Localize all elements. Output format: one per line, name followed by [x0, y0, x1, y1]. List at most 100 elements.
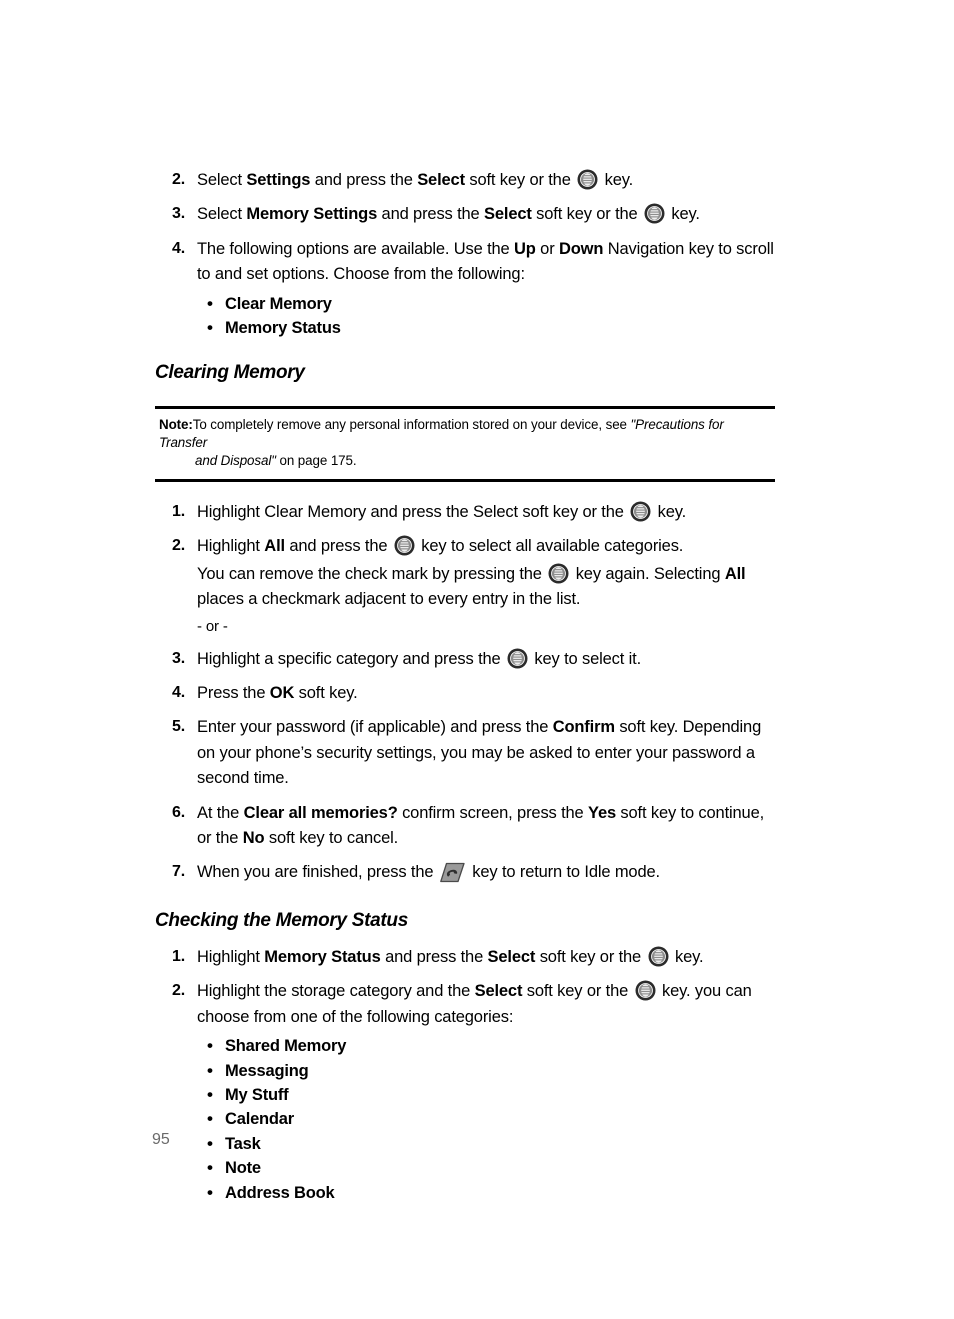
manual-page: 2. Select Settings and press the Select s… [0, 0, 954, 1319]
bullet-item: Calendar [197, 1106, 775, 1132]
body-text: Select [197, 171, 247, 189]
list-item-text: Select Settings and press the Select sof… [197, 168, 775, 193]
section-heading-checking-memory-status: Checking the Memory Status [155, 909, 408, 931]
body-text: and press the [377, 205, 485, 224]
body-text: key. [667, 205, 700, 224]
emphasis-text: Select [474, 982, 523, 1001]
top-steps-list: 2. Select Settings and press the Select s… [155, 168, 775, 341]
body-text: key. [600, 171, 634, 189]
ok-key-icon [630, 501, 651, 522]
list-item-text: Highlight a specific category and press … [197, 647, 775, 672]
bullet-item: Shared Memory [197, 1033, 775, 1059]
body-text: or [535, 239, 559, 258]
note-link-part2: and Disposal" [195, 453, 276, 469]
note-line2: and Disposal" on page 175. [159, 452, 775, 470]
list-item-number: 2. [171, 537, 185, 555]
body-text: When you are finished, press the [197, 863, 438, 882]
body-text: key to select all available categories. [416, 537, 684, 556]
list-item-number: 1. [171, 502, 185, 520]
body-text: - or - [197, 617, 228, 635]
section-heading-clearing-memory: Clearing Memory [155, 362, 305, 384]
body-text: Press the [197, 684, 270, 703]
emphasis-text: OK [269, 684, 295, 703]
ok-key-icon [577, 169, 598, 190]
ok-key-icon [394, 535, 415, 556]
note-line1-text: To completely remove any personal inform… [192, 417, 631, 433]
body-text: and press the [380, 947, 488, 966]
list-item: 1. Highlight Clear Memory and press the S… [155, 500, 775, 525]
body-text: Enter your password (if applicable) and … [197, 718, 553, 737]
list-item-text: Select Memory Settings and press the Sel… [197, 202, 775, 227]
list-item-subtext: - or - [197, 615, 775, 638]
ok-key-icon [644, 203, 665, 224]
list-item: 3. Highlight a specific category and pres… [155, 647, 775, 672]
body-text: soft key to cancel. [264, 829, 399, 848]
emphasis-text: All [264, 537, 285, 556]
emphasis-text: Memory Status [264, 947, 381, 966]
ok-key-icon [507, 648, 528, 669]
list-item-text: Highlight Memory Status and press the Se… [197, 945, 775, 970]
note-text: Note:To completely remove any personal i… [155, 416, 775, 469]
bullet-item: Messaging [197, 1057, 775, 1083]
emphasis-text: Up [514, 239, 536, 258]
emphasis-text: Select [484, 205, 532, 224]
body-text: Highlight Clear Memory and press the Sel… [197, 502, 629, 521]
list-item-number: 3. [171, 649, 185, 667]
body-text: key to select it. [530, 649, 642, 668]
checking-status-steps-list: 1. Highlight Memory Status and press the … [155, 945, 775, 1205]
page-number: 95 [152, 1131, 170, 1148]
list-item-number: 2. [171, 171, 185, 188]
list-item: 2. Highlight All and press the key to sel… [155, 534, 775, 637]
emphasis-text: Select [417, 171, 465, 189]
note-label: Note: [159, 417, 193, 433]
emphasis-text: Down [558, 239, 604, 258]
end-call-key-icon [440, 862, 465, 883]
body-text: places a checkmark adjacent to every ent… [197, 590, 581, 609]
list-item-number: 1. [171, 947, 185, 965]
body-text: soft key. [294, 684, 358, 703]
body-text: key. [653, 502, 687, 521]
body-text: soft key or the [522, 982, 633, 1001]
page-content: 2. Select Settings and press the Select s… [155, 168, 775, 1214]
list-item-number: 3. [171, 205, 185, 223]
bullet-item: Memory Status [197, 315, 775, 341]
list-item-number: 4. [171, 684, 185, 702]
list-item: 7. When you are finished, press the key t… [155, 860, 775, 885]
emphasis-text: Settings [246, 171, 311, 189]
list-item-text: Highlight Clear Memory and press the Sel… [197, 500, 775, 525]
emphasis-text: Yes [588, 803, 616, 822]
body-text: Select [197, 205, 247, 224]
list-item-text: The following options are available. Use… [197, 237, 775, 288]
body-text: At the [197, 803, 244, 822]
list-item: 2. Highlight the storage category and the… [155, 979, 775, 1205]
list-item: 3. Select Memory Settings and press the S… [155, 202, 775, 227]
emphasis-text: Memory Settings [246, 205, 378, 224]
body-text: Highlight a specific category and press … [197, 649, 505, 668]
list-item-number: 7. [171, 863, 185, 881]
bullet-item: Task [197, 1131, 775, 1157]
ok-key-icon [635, 980, 656, 1001]
list-item: 1. Highlight Memory Status and press the … [155, 945, 775, 970]
body-text: The following options are available. Use… [197, 239, 515, 258]
list-item: 4. The following options are available. U… [155, 237, 775, 341]
bullet-item: My Stuff [197, 1082, 775, 1108]
list-item-text: Enter your password (if applicable) and … [197, 715, 775, 791]
list-item: 2. Select Settings and press the Select s… [155, 168, 775, 193]
list-item-number: 6. [171, 803, 185, 821]
note-page-ref: on page 175. [275, 453, 357, 469]
list-item-number: 4. [171, 239, 185, 257]
list-item-number: 2. [171, 982, 185, 1000]
list-item-text: At the Clear all memories? confirm scree… [197, 801, 775, 852]
list-item-text: Press the OK soft key. [197, 681, 775, 706]
body-text: key to return to Idle mode. [467, 863, 660, 882]
bullet-list: Clear MemoryMemory Status [197, 291, 775, 341]
ok-key-icon [548, 563, 569, 584]
bullet-item: Clear Memory [197, 291, 775, 317]
body-text: key again. Selecting [571, 564, 725, 583]
list-item-text: Highlight the storage category and the S… [197, 979, 775, 1030]
bullet-item: Address Book [197, 1180, 775, 1206]
list-item: 6. At the Clear all memories? confirm scr… [155, 801, 775, 852]
emphasis-text: No [242, 829, 265, 848]
note-box: Note:To completely remove any personal i… [155, 406, 775, 482]
bullet-list: Shared MemoryMessagingMy StuffCalendarTa… [197, 1033, 775, 1206]
